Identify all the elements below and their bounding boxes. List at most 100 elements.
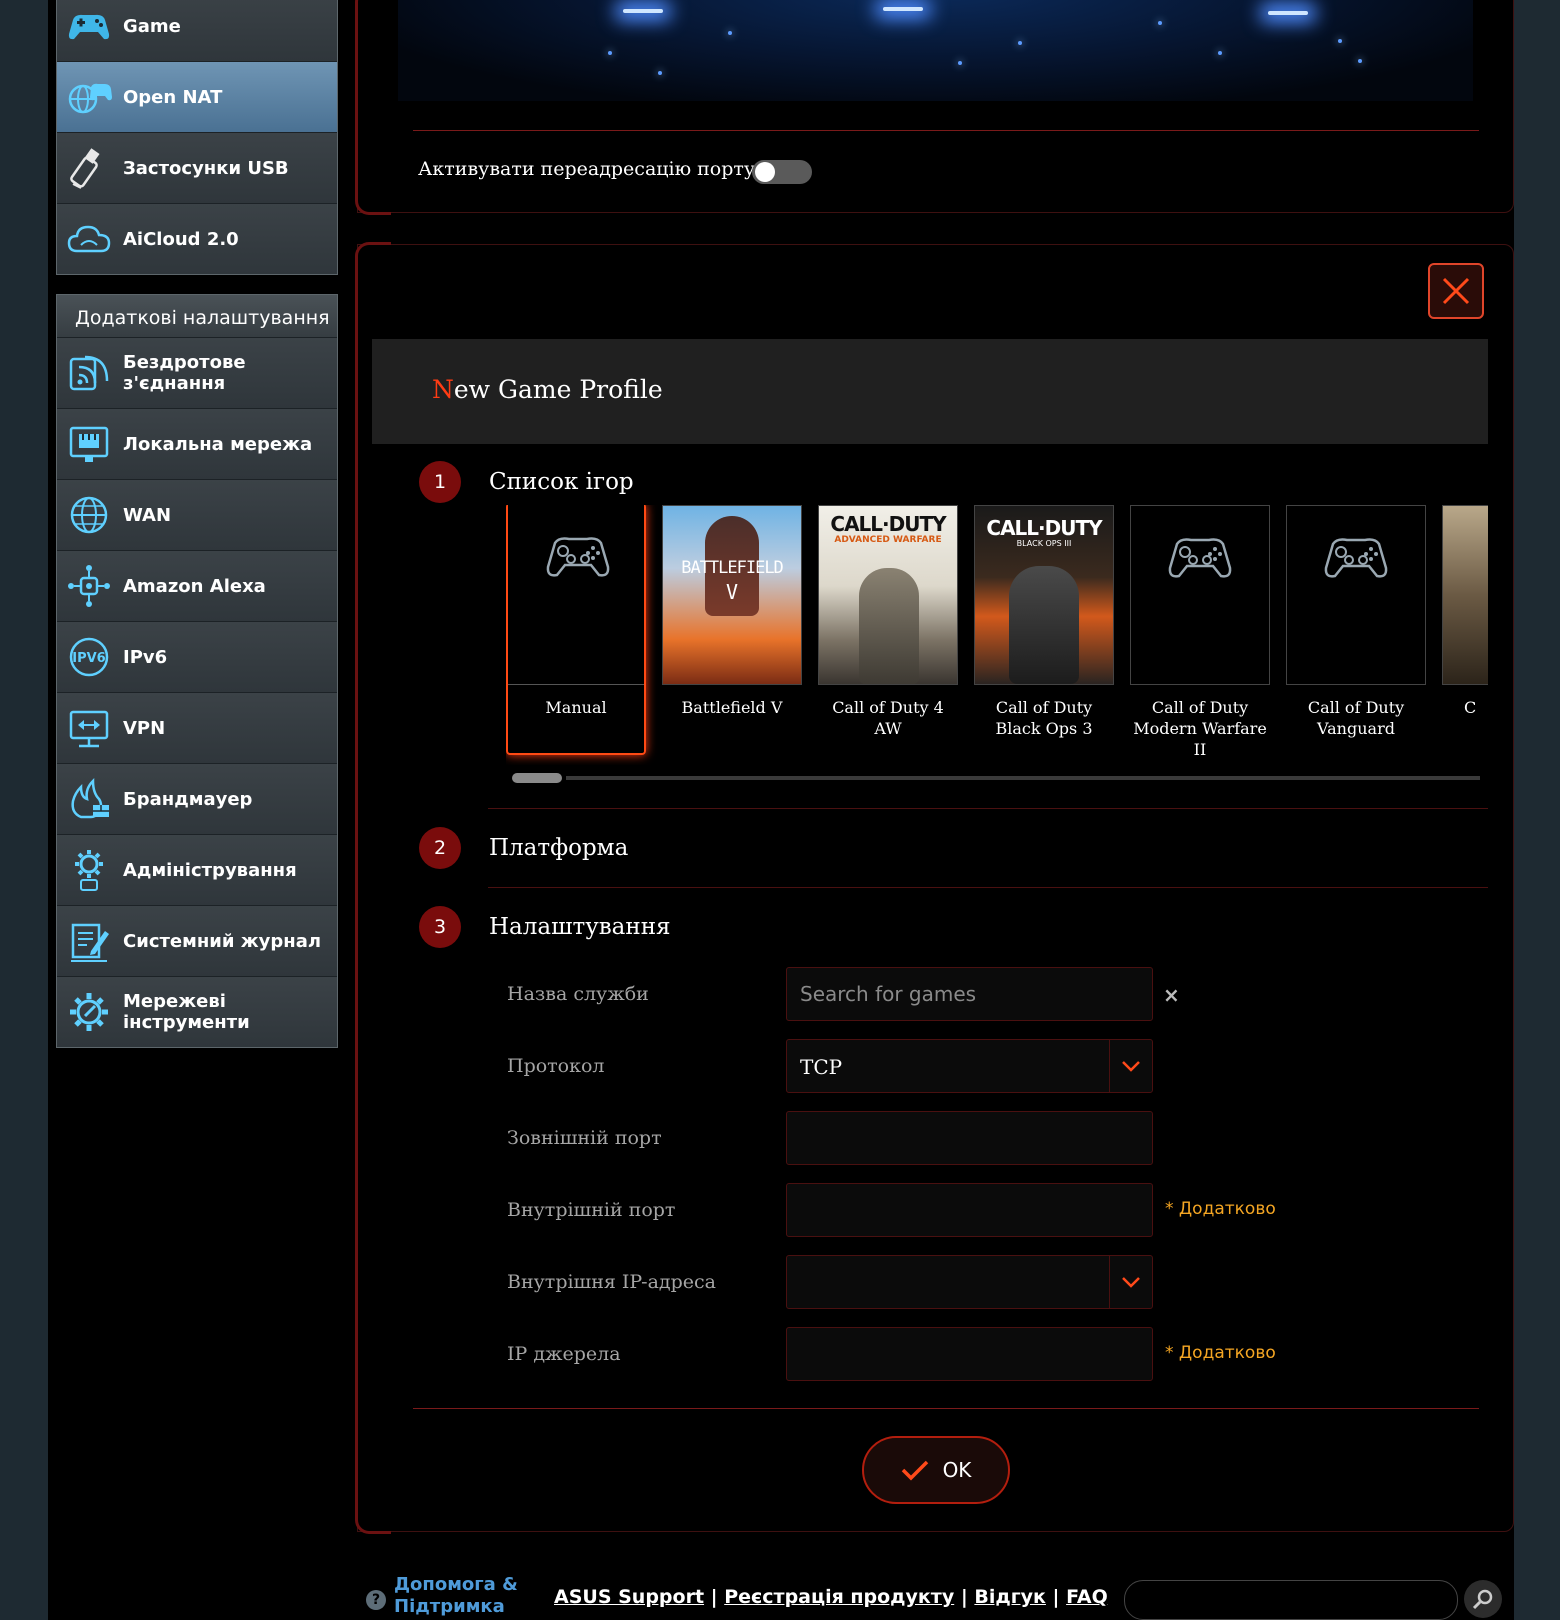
step-title-platform: Платформа [489,835,629,861]
game-cover [508,505,644,685]
external-port-input[interactable] [787,1112,1152,1164]
link-feedback[interactable]: Відгук [974,1586,1046,1608]
game-name: C [1464,698,1477,717]
game-name: Call of Duty Vanguard [1307,698,1405,738]
game-card-cod-aw[interactable]: CALL·DUTY ADVANCED WARFARE Call of Duty … [818,505,958,765]
divider [488,887,1488,888]
sidebar-item-aicloud[interactable]: AiCloud 2.0 [57,204,337,274]
sidebar-advanced-header: Додаткові налаштування [57,295,337,338]
port-forward-toggle[interactable] [752,160,812,184]
search-icon [1472,1589,1493,1610]
port-forward-panel [355,0,1514,215]
chevron-down-icon[interactable] [1109,1040,1152,1092]
cover-title: CALL·DUTY [830,512,946,536]
sidebar-item-system-log[interactable]: Системний журнал [57,906,337,977]
close-icon [1442,277,1470,305]
help-support: ? Допомога & Підтримка [366,1574,518,1618]
svg-text:IPV6: IPV6 [72,651,105,666]
game-card-cod-vanguard[interactable]: Call of Duty Vanguard [1286,505,1426,765]
world-map-banner [398,0,1473,101]
game-list-scroll-thumb[interactable] [512,773,562,783]
service-name-field[interactable] [786,967,1153,1021]
game-name: Battlefield V [681,698,783,717]
game-card-cod-bo3[interactable]: CALL·DUTY BLACK OPS III Call of Duty Bla… [974,505,1114,765]
game-name: Call of Duty 4 AW [832,698,944,738]
game-card-partial[interactable]: C [1442,505,1488,765]
protocol-value: TCP [800,1055,843,1079]
internal-port-label: Внутрішній порт [507,1199,676,1221]
footer-search-button[interactable] [1464,1580,1502,1618]
step-number: 3 [419,906,461,948]
footer-search-input[interactable] [1124,1580,1458,1620]
divider [488,808,1488,809]
lan-icon [57,409,121,479]
source-ip-label: IP джерела [507,1343,621,1365]
question-icon: ? [366,1590,386,1610]
step-number: 2 [419,827,461,869]
log-icon [57,906,121,976]
game-card-manual[interactable]: Manual [506,505,646,755]
game-cover: CALL·DUTY BLACK OPS III [974,505,1114,685]
game-list-scrollbar[interactable] [566,776,1480,780]
sidebar-item-label: WAN [123,504,172,526]
game-list: Manual BATTLEFIELD V Battlefield V CALL·… [506,505,1488,765]
gamepad-icon [1324,538,1388,578]
link-faq[interactable]: FAQ [1066,1586,1108,1608]
sidebar-item-wan[interactable]: WAN [57,480,337,551]
sidebar-advanced: Додаткові налаштування Бездротове з'єдна… [56,294,338,1048]
sidebar-item-vpn[interactable]: VPN [57,693,337,764]
dialog-title: New Game Profile [432,375,663,404]
ok-label: OK [942,1458,972,1482]
internal-ip-select[interactable] [786,1255,1153,1309]
sidebar-item-ipv6[interactable]: IPV6 IPv6 [57,622,337,693]
game-cover: BATTLEFIELD V [662,505,802,685]
sidebar-item-game[interactable]: Game [57,0,337,62]
globe-icon [57,480,121,550]
external-port-label: Зовнішній порт [507,1127,662,1149]
sidebar-item-firewall[interactable]: Брандмауер [57,764,337,835]
gamepad-icon [1168,538,1232,578]
cover-subtitle: V [725,580,739,604]
gamepad-icon [57,0,121,61]
vpn-icon [57,693,121,763]
source-ip-field[interactable] [786,1327,1153,1381]
gamepad-icon [546,537,610,577]
sidebar-item-alexa[interactable]: Amazon Alexa [57,551,337,622]
sidebar-item-lan[interactable]: Локальна мережа [57,409,337,480]
sidebar-item-administration[interactable]: Адміністрування [57,835,337,906]
internal-port-input[interactable] [787,1184,1152,1236]
sidebar-item-label: Мережеві інструменти [123,991,250,1033]
sidebar-item-label: Бездротове з'єднання [123,352,246,394]
close-button[interactable] [1428,263,1484,319]
admin-gear-icon [57,835,121,905]
sidebar-item-open-nat[interactable]: Open NAT [57,62,337,133]
sidebar-item-network-tools[interactable]: Мережеві інструменти [57,977,337,1047]
internal-ip-label: Внутрішня IP-адреса [507,1271,716,1293]
dialog-title-bar: New Game Profile [372,339,1488,444]
game-card-battlefield-v[interactable]: BATTLEFIELD V Battlefield V [662,505,802,765]
sidebar-item-label: Адміністрування [123,859,297,881]
sidebar-item-label: Game [123,15,181,37]
chevron-down-icon[interactable] [1109,1256,1152,1308]
game-card-cod-mw2[interactable]: Call of Duty Modern Warfare II [1130,505,1270,765]
link-asus-support[interactable]: ASUS Support [554,1586,704,1608]
service-name-input[interactable] [787,968,1152,1020]
internal-port-field[interactable] [786,1183,1153,1237]
sidebar-item-label: Open NAT [123,86,223,108]
sidebar-item-wireless[interactable]: Бездротове з'єднання [57,338,337,409]
game-name: Call of Duty Black Ops 3 [995,698,1093,738]
ok-button[interactable]: OK [862,1436,1010,1504]
cover-title: CALL·DUTY [986,516,1102,540]
clear-icon[interactable]: × [1163,983,1180,1007]
game-cover [1286,505,1426,685]
external-port-field[interactable] [786,1111,1153,1165]
help-line-1: Допомога & [394,1574,518,1595]
cover-subtitle: BLACK OPS III [1016,539,1072,548]
service-name-label: Назва служби [507,983,649,1005]
source-ip-input[interactable] [787,1328,1152,1380]
link-product-registration[interactable]: Реєстрація продукту [724,1586,954,1608]
sidebar-item-label: AiCloud 2.0 [123,228,239,250]
protocol-select[interactable]: TCP [786,1039,1153,1093]
alexa-icon [57,551,121,621]
sidebar-item-usb-apps[interactable]: Застосунки USB [57,133,337,204]
